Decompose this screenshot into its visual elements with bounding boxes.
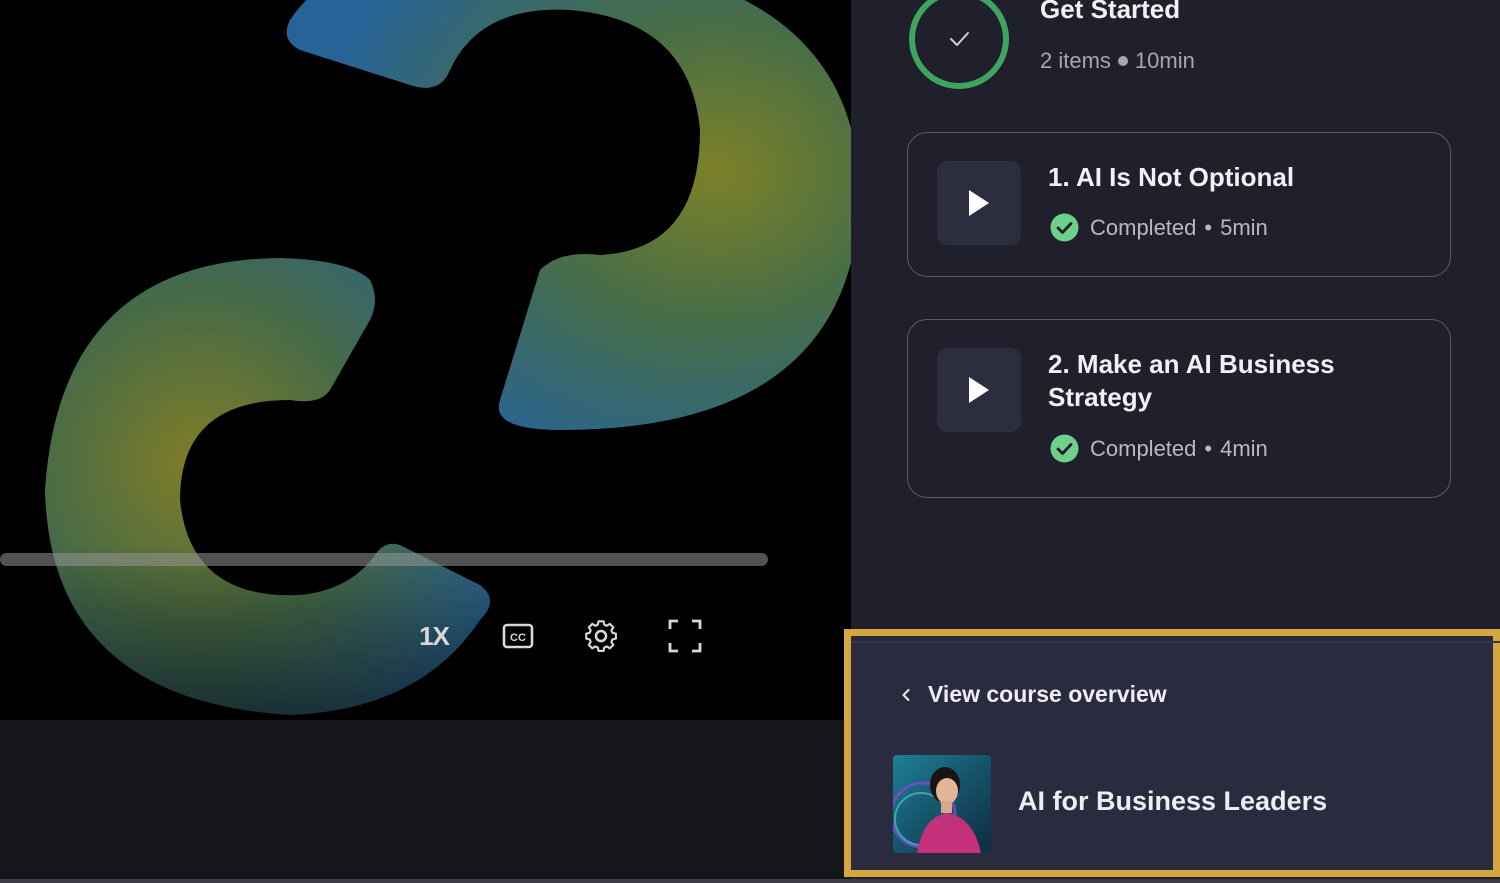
- section-item-count: 2 items: [1040, 48, 1111, 73]
- separator-dot: [1117, 55, 1128, 66]
- lesson-status-text: Completed: [1090, 435, 1197, 461]
- progress-bar[interactable]: [0, 553, 768, 566]
- lesson-title: 1. AI Is Not Optional: [1048, 162, 1295, 192]
- play-icon: [969, 377, 989, 403]
- check-circle-icon: [1050, 434, 1079, 463]
- gear-icon: [585, 620, 617, 653]
- playback-speed-button[interactable]: 1X: [410, 612, 458, 660]
- play-icon: [969, 190, 989, 216]
- play-button[interactable]: [937, 161, 1021, 245]
- chevron-left-icon: [902, 688, 910, 701]
- section-meta: 2 items 10min: [1040, 48, 1195, 74]
- separator-bullet: •: [1204, 435, 1213, 461]
- check-circle-icon: [1050, 213, 1079, 242]
- course-thumbnail[interactable]: [893, 755, 991, 853]
- play-button[interactable]: [937, 348, 1021, 432]
- view-course-overview-label: View course overview: [928, 681, 1167, 707]
- fullscreen-button[interactable]: [661, 612, 709, 660]
- lesson-status-text: Completed: [1090, 214, 1197, 240]
- view-course-overview-link[interactable]: View course overview: [898, 681, 1167, 708]
- lesson-title: 2. Make an AI Business Strategy: [1048, 349, 1335, 412]
- footer-divider: [851, 641, 1500, 643]
- lesson-duration: 4min: [1220, 435, 1268, 461]
- cc-icon: CC: [502, 623, 534, 649]
- lesson-duration: 5min: [1220, 214, 1268, 240]
- lesson-status: Completed • 4min: [1050, 434, 1268, 463]
- lesson-status: Completed • 5min: [1050, 213, 1268, 242]
- window-bottom-edge: [0, 879, 1500, 883]
- section-complete-icon: [909, 0, 1009, 89]
- lesson-card[interactable]: 2. Make an AI Business Strategy Complete…: [907, 319, 1451, 498]
- separator-bullet: •: [1204, 214, 1213, 240]
- section-duration: 10min: [1134, 48, 1195, 73]
- closed-captions-button[interactable]: CC: [494, 612, 542, 660]
- lesson-card[interactable]: 1. AI Is Not Optional Completed • 5min: [907, 132, 1451, 277]
- course-title[interactable]: AI for Business Leaders: [1018, 786, 1327, 817]
- section-title: Get Started: [1040, 0, 1181, 24]
- below-video-area: [0, 720, 851, 883]
- fullscreen-icon: [668, 619, 702, 653]
- video-player[interactable]: 1X CC: [0, 0, 851, 720]
- settings-button[interactable]: [577, 612, 625, 660]
- svg-text:CC: CC: [510, 632, 526, 644]
